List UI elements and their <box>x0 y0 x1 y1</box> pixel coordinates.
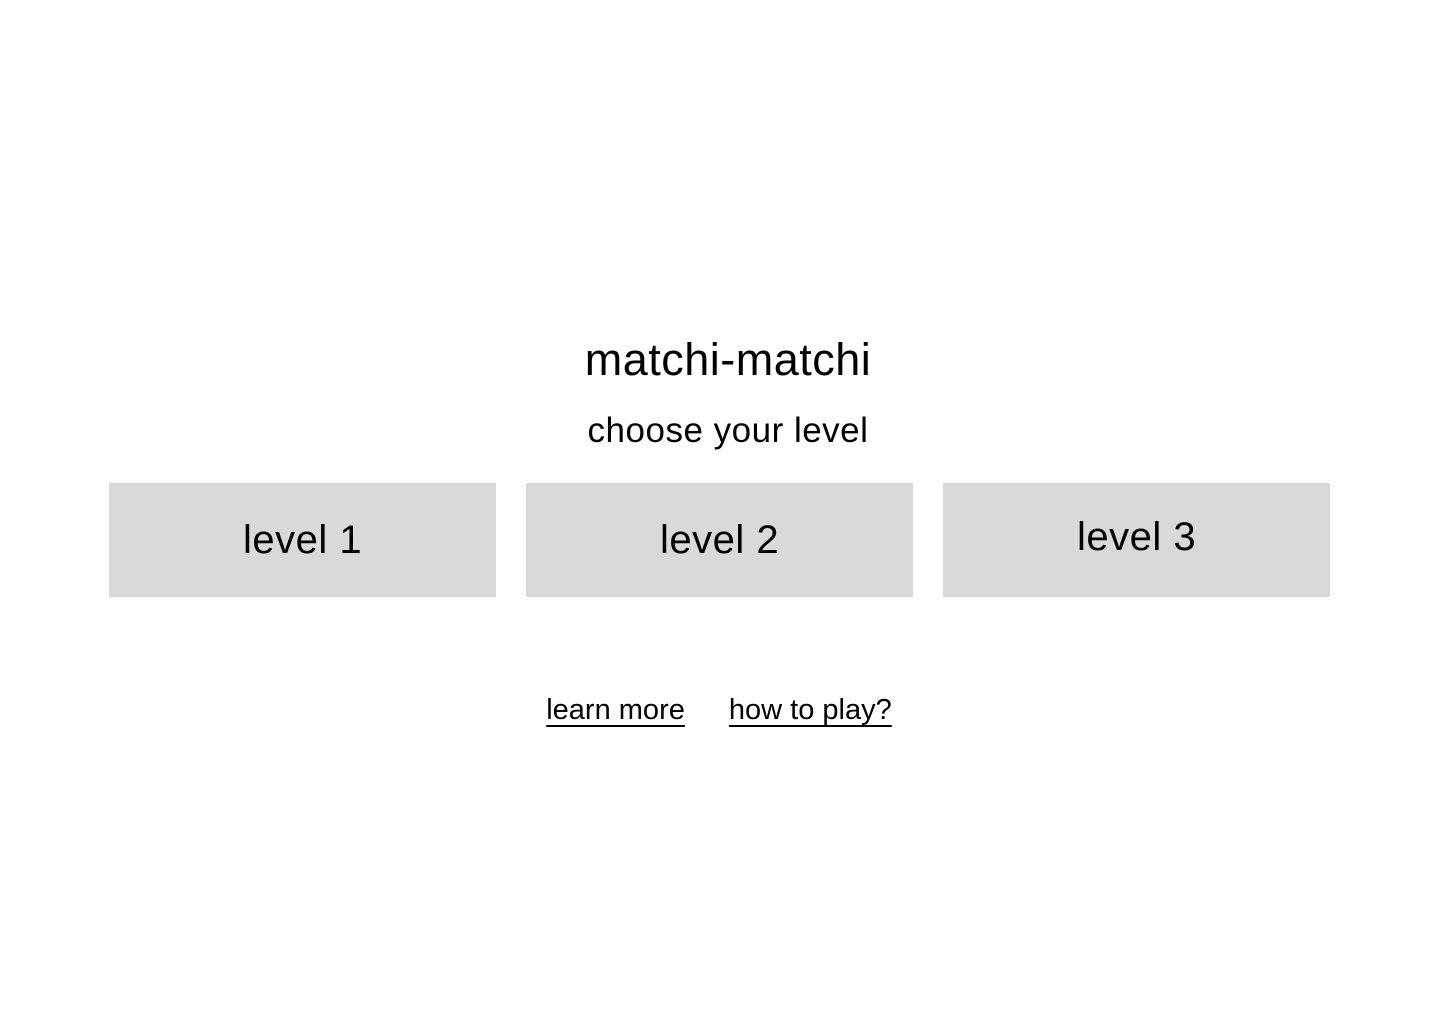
choose-level-heading: choose your level <box>587 411 869 450</box>
level-1-label: level 1 <box>242 517 363 562</box>
level-2-button[interactable]: level 2 <box>526 483 913 597</box>
game-title: matchi-matchi <box>584 334 872 385</box>
level-1-button[interactable]: level 1 <box>109 483 496 597</box>
footer-links: learn more how to play? <box>0 690 1438 730</box>
level-3-label: level 3 <box>1076 514 1197 559</box>
start-screen: matchi-matchi choose your level level 1 … <box>0 0 1440 1024</box>
how-to-play-link[interactable]: how to play? <box>729 694 892 726</box>
level-3-button[interactable]: level 3 <box>943 483 1330 597</box>
learn-more-link[interactable]: learn more <box>546 694 685 726</box>
level-2-label: level 2 <box>659 517 780 562</box>
